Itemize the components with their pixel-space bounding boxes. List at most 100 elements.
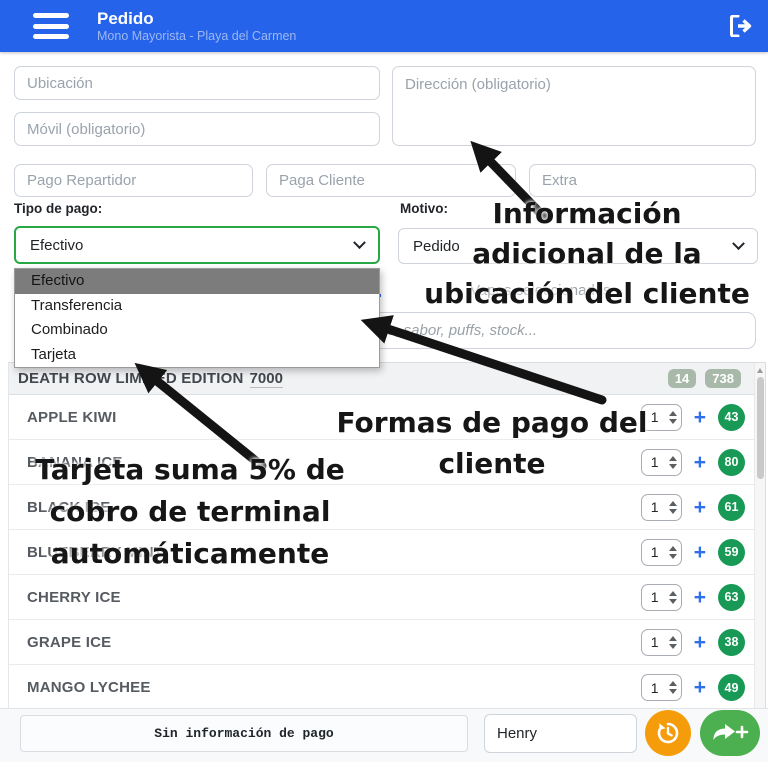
add-product-button[interactable]: + bbox=[694, 452, 706, 473]
product-name: BLUEBERRY MINT bbox=[27, 544, 163, 561]
spinner-arrows-icon[interactable] bbox=[669, 636, 677, 649]
tipo-de-pago-select[interactable]: Efectivo bbox=[14, 226, 380, 264]
tipo-de-pago-selected-value: Efectivo bbox=[30, 237, 83, 254]
stock-badge: 59 bbox=[718, 539, 745, 566]
product-name: CHERRY ICE bbox=[27, 589, 121, 606]
add-product-button[interactable]: + bbox=[694, 587, 706, 608]
dropdown-option-combinado[interactable]: Combinado bbox=[15, 318, 379, 343]
product-row: CHERRY ICE 1 + 63 bbox=[9, 575, 765, 620]
payment-info-button[interactable]: Sin información de pago bbox=[20, 715, 468, 752]
motivo-select[interactable]: Pedido bbox=[398, 228, 758, 264]
spinner-arrows-icon[interactable] bbox=[669, 456, 677, 469]
tipo-de-pago-label: Tipo de pago: bbox=[14, 201, 102, 216]
pedido-app: Pedido Mono Mayorista - Playa del Carmen… bbox=[0, 0, 768, 768]
page-subtitle: Mono Mayorista - Playa del Carmen bbox=[97, 28, 296, 44]
quantity-stepper[interactable]: 1 bbox=[641, 584, 682, 611]
product-name: GRAPE ICE bbox=[27, 634, 111, 651]
group-puffs: 7000 bbox=[250, 370, 283, 388]
share-plus-icon bbox=[711, 721, 749, 745]
history-icon bbox=[655, 720, 681, 746]
paga-cliente-input[interactable] bbox=[266, 164, 516, 197]
quantity-stepper[interactable]: 1 bbox=[641, 674, 682, 701]
stock-badge: 80 bbox=[718, 449, 745, 476]
product-row: BLUEBERRY MINT 1 + 59 bbox=[9, 530, 765, 575]
row-controls: 1 + 59 bbox=[641, 539, 745, 566]
quantity-value: 1 bbox=[651, 589, 659, 605]
spinner-arrows-icon[interactable] bbox=[669, 591, 677, 604]
quantity-stepper[interactable]: 1 bbox=[641, 449, 682, 476]
movil-input[interactable] bbox=[14, 112, 380, 146]
page-title: Pedido bbox=[97, 9, 296, 28]
footer-bar: Sin información de pago bbox=[0, 708, 768, 762]
row-controls: 1 + 38 bbox=[641, 629, 745, 656]
add-product-button[interactable]: + bbox=[694, 407, 706, 428]
product-name: APPLE KIWI bbox=[27, 409, 117, 426]
row-controls: 1 + 49 bbox=[641, 674, 745, 701]
scrollbar-thumb[interactable] bbox=[757, 377, 764, 479]
product-list: DEATH ROW LIMITED EDITION 7000 14 738 AP… bbox=[8, 362, 766, 709]
quantity-stepper[interactable]: 1 bbox=[641, 539, 682, 566]
quantity-value: 1 bbox=[651, 680, 659, 696]
selected-count-badge: 14 bbox=[668, 369, 696, 388]
logout-icon[interactable] bbox=[730, 15, 754, 37]
quantity-value: 1 bbox=[651, 409, 659, 425]
quantity-stepper[interactable]: 1 bbox=[641, 404, 682, 431]
row-controls: 1 + 63 bbox=[641, 584, 745, 611]
chevron-down-icon bbox=[732, 237, 745, 250]
stock-badge: 61 bbox=[718, 494, 745, 521]
total-stock-badge: 738 bbox=[705, 369, 741, 388]
product-name: BLACK ICE bbox=[27, 499, 110, 516]
product-row: BANANA ICE 1 + 80 bbox=[9, 440, 765, 485]
product-row: APPLE KIWI 1 + 43 bbox=[9, 395, 765, 440]
spinner-arrows-icon[interactable] bbox=[669, 411, 677, 424]
quantity-value: 1 bbox=[651, 499, 659, 515]
ubicacion-input[interactable] bbox=[14, 66, 380, 100]
motivo-label: Motivo: bbox=[400, 201, 448, 216]
dropdown-option-transferencia[interactable]: Transferencia bbox=[15, 294, 379, 319]
stock-badge: 38 bbox=[718, 629, 745, 656]
extra-input[interactable] bbox=[529, 164, 756, 197]
chevron-down-icon bbox=[353, 236, 366, 249]
stock-badge: 43 bbox=[718, 404, 745, 431]
spinner-arrows-icon[interactable] bbox=[669, 546, 677, 559]
top-bar: Pedido Mono Mayorista - Playa del Carmen bbox=[0, 0, 768, 52]
dropdown-option-efectivo[interactable]: Efectivo bbox=[15, 269, 379, 294]
product-rows: APPLE KIWI 1 + 43 BANANA ICE 1 + 80 bbox=[9, 395, 765, 710]
tipo-de-pago-dropdown: Efectivo Transferencia Combinado Tarjeta bbox=[14, 268, 380, 368]
product-name: MANGO LYCHEE bbox=[27, 679, 151, 696]
product-row: BLACK ICE 1 + 61 bbox=[9, 485, 765, 530]
stock-badge: 49 bbox=[718, 674, 745, 701]
product-name: BANANA ICE bbox=[27, 454, 123, 471]
product-row: MANGO LYCHEE 1 + 49 bbox=[9, 665, 765, 710]
titles: Pedido Mono Mayorista - Playa del Carmen bbox=[97, 9, 296, 44]
row-controls: 1 + 61 bbox=[641, 494, 745, 521]
motivo-selected-value: Pedido bbox=[413, 238, 460, 255]
group-name: DEATH ROW LIMITED EDITION bbox=[18, 370, 244, 387]
quantity-value: 1 bbox=[651, 634, 659, 650]
spinner-arrows-icon[interactable] bbox=[669, 501, 677, 514]
quantity-value: 1 bbox=[651, 454, 659, 470]
scrollbar-up-arrow-icon[interactable] bbox=[757, 368, 763, 373]
product-row: GRAPE ICE 1 + 38 bbox=[9, 620, 765, 665]
quantity-value: 1 bbox=[651, 544, 659, 560]
spinner-arrows-icon[interactable] bbox=[669, 681, 677, 694]
hamburger-menu-icon[interactable] bbox=[33, 13, 69, 39]
group-badges: 14 738 bbox=[668, 369, 741, 388]
dropdown-option-tarjeta[interactable]: Tarjeta bbox=[15, 343, 379, 368]
add-product-button[interactable]: + bbox=[694, 497, 706, 518]
row-controls: 1 + 80 bbox=[641, 449, 745, 476]
history-button[interactable] bbox=[645, 710, 691, 756]
vapes-seleccionados-label: Vapes seleccionados bbox=[470, 282, 611, 299]
submit-order-button[interactable] bbox=[700, 710, 760, 756]
pago-repartidor-input[interactable] bbox=[14, 164, 253, 197]
list-scrollbar[interactable] bbox=[754, 363, 765, 708]
quantity-stepper[interactable]: 1 bbox=[641, 629, 682, 656]
direccion-textarea[interactable] bbox=[392, 66, 756, 146]
quantity-stepper[interactable]: 1 bbox=[641, 494, 682, 521]
add-product-button[interactable]: + bbox=[694, 632, 706, 653]
add-product-button[interactable]: + bbox=[694, 677, 706, 698]
add-product-button[interactable]: + bbox=[694, 542, 706, 563]
row-controls: 1 + 43 bbox=[641, 404, 745, 431]
stock-badge: 63 bbox=[718, 584, 745, 611]
customer-name-input[interactable] bbox=[484, 714, 637, 753]
